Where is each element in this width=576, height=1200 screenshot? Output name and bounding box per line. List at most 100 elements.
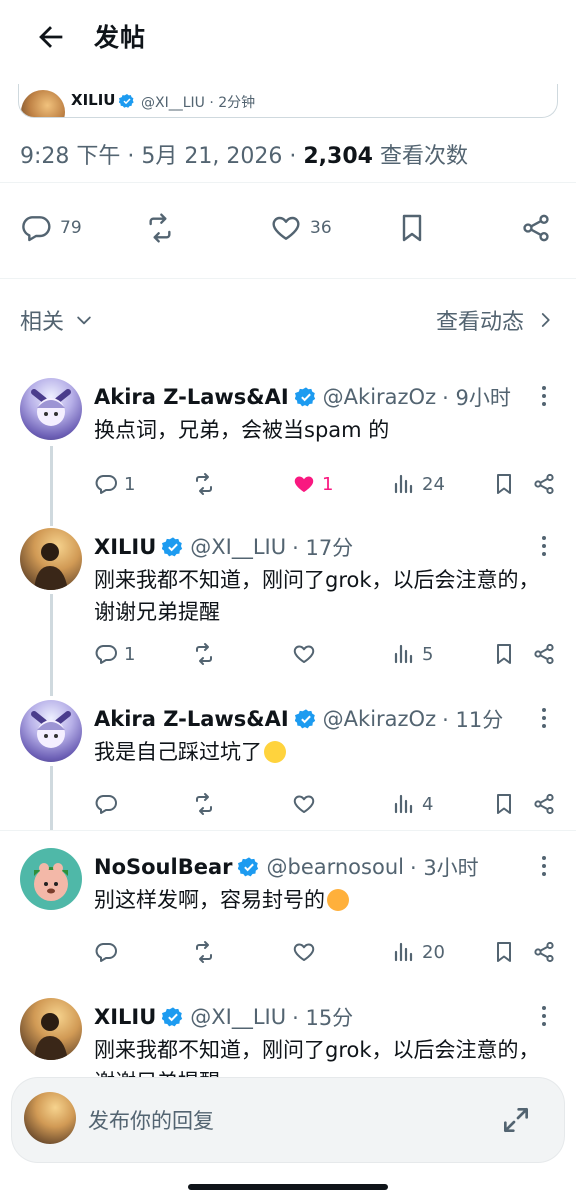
post-age: · 11分 bbox=[442, 708, 504, 732]
views-button[interactable]: 24 bbox=[392, 472, 445, 496]
author-handle[interactable]: @AkirazOz bbox=[323, 707, 436, 731]
like-count: 36 bbox=[310, 218, 332, 238]
heart-icon bbox=[293, 645, 315, 663]
reply-count: 79 bbox=[60, 218, 82, 238]
share-button[interactable] bbox=[532, 940, 556, 964]
repost-icon bbox=[196, 643, 212, 665]
quoted-author-name: XILIU bbox=[71, 91, 116, 109]
like-button[interactable]: 36 bbox=[270, 212, 332, 244]
bar-chart-icon bbox=[394, 794, 413, 814]
verified-badge-icon bbox=[119, 94, 134, 108]
like-button[interactable]: 1 bbox=[292, 472, 333, 496]
share-button[interactable] bbox=[532, 472, 556, 496]
repost-icon bbox=[149, 213, 171, 243]
share-icon bbox=[523, 214, 549, 242]
view-activity-label: 查看动态 bbox=[435, 310, 524, 335]
more-options-icon[interactable] bbox=[534, 1004, 554, 1028]
reply-action-bar: 1 5 bbox=[94, 642, 558, 672]
author-name[interactable]: Akira Z-Laws&AI bbox=[94, 385, 289, 409]
author-handle[interactable]: @AkirazOz bbox=[323, 385, 436, 409]
reply-header: NoSoulBear @bearnosoul · 3小时 bbox=[94, 852, 479, 882]
views-button[interactable]: 4 bbox=[392, 792, 433, 816]
reply-input[interactable]: 发布你的回复 bbox=[88, 1105, 214, 1135]
view-count: 4 bbox=[422, 793, 434, 815]
thread-line bbox=[50, 766, 53, 830]
reply-button[interactable] bbox=[94, 940, 118, 964]
like-button[interactable] bbox=[292, 642, 316, 666]
share-button[interactable] bbox=[532, 792, 556, 816]
bookmark-button[interactable] bbox=[492, 792, 516, 816]
reply-button[interactable]: 79 bbox=[20, 212, 82, 244]
quoted-author-handle: @XI__LIU · 2分钟 bbox=[141, 95, 256, 111]
avatar[interactable] bbox=[20, 700, 82, 762]
repost-button[interactable] bbox=[192, 472, 216, 496]
like-button[interactable] bbox=[292, 792, 316, 816]
anime-avatar-icon bbox=[31, 389, 71, 426]
share-button[interactable] bbox=[520, 212, 552, 244]
my-avatar bbox=[24, 1092, 76, 1144]
author-handle[interactable]: @bearnosoul bbox=[266, 855, 403, 879]
repost-button[interactable] bbox=[192, 792, 216, 816]
reply-icon bbox=[95, 943, 117, 962]
repost-button[interactable] bbox=[192, 642, 216, 666]
reply-button[interactable]: 1 bbox=[94, 642, 135, 666]
related-sort-dropdown[interactable]: 相关 bbox=[20, 304, 94, 336]
verified-badge-icon bbox=[162, 1007, 183, 1027]
more-options-icon[interactable] bbox=[534, 706, 554, 730]
post-time: 9:28 下午 bbox=[20, 144, 121, 169]
author-name[interactable]: XILIU bbox=[94, 535, 156, 559]
reply-text: 别这样发啊，容易封号的 bbox=[94, 888, 325, 912]
reply-button[interactable]: 1 bbox=[94, 472, 135, 496]
post-age: · 15分 bbox=[292, 1006, 354, 1030]
reply-action-bar: 1 1 24 bbox=[94, 472, 558, 502]
repost-button[interactable] bbox=[192, 940, 216, 964]
bookmark-button[interactable] bbox=[492, 472, 516, 496]
avatar[interactable] bbox=[20, 998, 82, 1060]
bar-chart-icon bbox=[394, 644, 413, 664]
divider bbox=[0, 182, 576, 183]
avatar[interactable] bbox=[20, 848, 82, 910]
back-arrow-icon[interactable] bbox=[34, 20, 68, 54]
melting-face-emoji-icon bbox=[264, 741, 286, 763]
bookmark-icon bbox=[497, 942, 511, 962]
views-button[interactable]: 5 bbox=[392, 642, 433, 666]
repost-icon bbox=[196, 793, 212, 815]
avatar[interactable] bbox=[20, 378, 82, 440]
bookmark-icon bbox=[497, 644, 511, 664]
avatar[interactable] bbox=[20, 528, 82, 590]
author-name[interactable]: NoSoulBear bbox=[94, 855, 232, 879]
author-name[interactable]: Akira Z-Laws&AI bbox=[94, 707, 289, 731]
related-label: 相关 bbox=[20, 310, 65, 335]
reply-compose-bar[interactable]: 发布你的回复 bbox=[12, 1078, 564, 1162]
reply-header: Akira Z-Laws&AI @AkirazOz · 11分 bbox=[94, 704, 503, 734]
more-options-icon[interactable] bbox=[534, 534, 554, 558]
views-button[interactable]: 20 bbox=[392, 940, 445, 964]
chevron-down-icon bbox=[77, 316, 91, 325]
view-count: 20 bbox=[422, 941, 445, 963]
reply-header: Akira Z-Laws&AI @AkirazOz · 9小时 bbox=[94, 382, 511, 412]
expand-icon[interactable] bbox=[500, 1104, 532, 1136]
user-photo-icon bbox=[34, 543, 68, 590]
share-button[interactable] bbox=[532, 642, 556, 666]
author-handle[interactable]: @XI__LIU bbox=[190, 535, 286, 559]
reply-text-container: 别这样发啊，容易封号的 bbox=[94, 884, 544, 916]
quoted-post-card[interactable]: XILIU @XI__LIU · 2分钟 bbox=[18, 84, 558, 118]
reply-action-bar: 4 bbox=[94, 792, 558, 822]
divider bbox=[0, 830, 576, 831]
more-options-icon[interactable] bbox=[534, 854, 554, 878]
reply-icon bbox=[95, 795, 117, 814]
repost-button[interactable] bbox=[144, 212, 176, 244]
bookmark-button[interactable] bbox=[396, 212, 428, 244]
share-icon bbox=[534, 473, 554, 495]
reply-button[interactable] bbox=[94, 792, 118, 816]
bookmark-button[interactable] bbox=[492, 940, 516, 964]
reply-icon bbox=[22, 216, 51, 242]
more-options-icon[interactable] bbox=[534, 384, 554, 408]
like-button[interactable] bbox=[292, 940, 316, 964]
author-handle[interactable]: @XI__LIU bbox=[190, 1005, 286, 1029]
author-name[interactable]: XILIU bbox=[94, 1005, 156, 1029]
bookmark-button[interactable] bbox=[492, 642, 516, 666]
reply-text-container: 我是自己踩过坑了 bbox=[94, 736, 544, 768]
view-activity-link[interactable]: 查看动态 bbox=[436, 304, 554, 336]
divider bbox=[0, 278, 576, 279]
